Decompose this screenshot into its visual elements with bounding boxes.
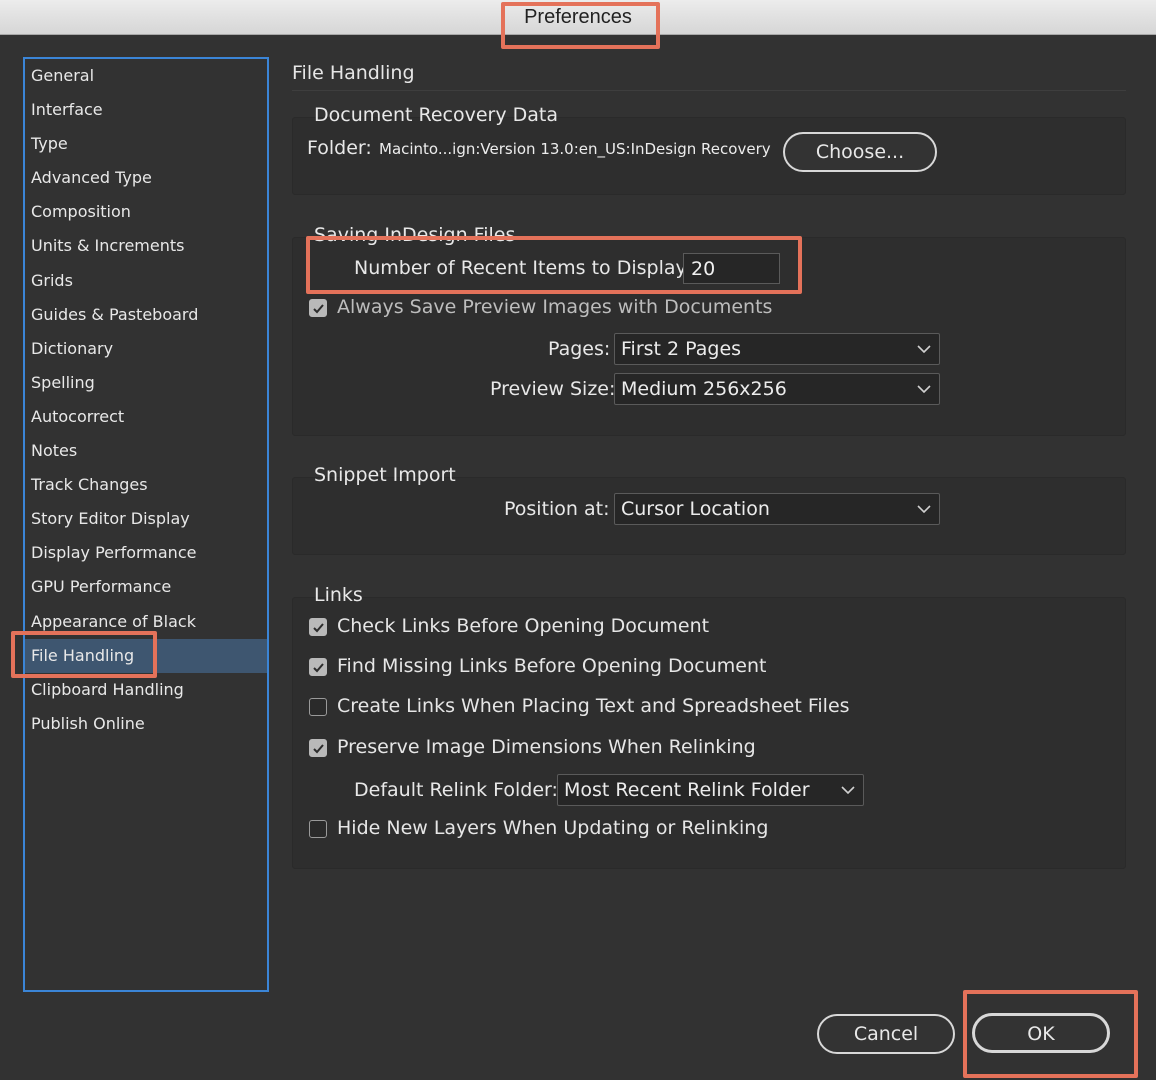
sidebar-item-guides-pasteboard[interactable]: Guides & Pasteboard [25,298,267,332]
checkbox-box [309,299,327,317]
chevron-down-icon [841,786,855,794]
chevron-down-icon [917,385,931,393]
checkbox-label: Create Links When Placing Text and Sprea… [337,695,850,717]
preview-size-value: Medium 256x256 [621,378,787,400]
sidebar-item-spelling[interactable]: Spelling [25,366,267,400]
sidebar-item-general[interactable]: General [25,59,267,93]
sidebar-item-story-editor-display[interactable]: Story Editor Display [25,502,267,536]
title-divider [292,90,1126,91]
checkbox-box [309,820,327,838]
sidebar-item-display-performance[interactable]: Display Performance [25,536,267,570]
sidebar-item-composition[interactable]: Composition [25,195,267,229]
recent-items-highlight-box [306,236,802,294]
recovery-heading: Document Recovery Data [314,104,558,126]
relink-folder-dropdown[interactable]: Most Recent Relink Folder [557,774,864,806]
snippet-heading: Snippet Import [314,464,456,486]
folder-path: Macinto...ign:Version 13.0:en_US:InDesig… [379,140,771,158]
checkbox-box [309,618,327,636]
title-highlight-box [501,2,660,49]
sidebar-item-grids[interactable]: Grids [25,264,267,298]
sidebar-item-advanced-type[interactable]: Advanced Type [25,161,267,195]
pages-value: First 2 Pages [621,338,742,360]
chevron-down-icon [917,505,931,513]
links-heading: Links [314,584,363,606]
file-handling-highlight-box [11,631,157,678]
folder-label: Folder: [307,137,372,159]
sidebar-item-interface[interactable]: Interface [25,93,267,127]
sidebar-item-notes[interactable]: Notes [25,434,267,468]
checkbox-label: Check Links Before Opening Document [337,615,710,637]
checkbox-box [309,739,327,757]
sidebar-item-type[interactable]: Type [25,127,267,161]
choose-folder-button[interactable]: Choose... [783,132,937,172]
checkbox-box [309,658,327,676]
checkbox-label: Preserve Image Dimensions When Relinking [337,736,756,758]
checkbox-box [309,698,327,716]
checkbox-label: Always Save Preview Images with Document… [337,296,773,318]
sidebar-item-gpu-performance[interactable]: GPU Performance [25,570,267,604]
sidebar-item-publish-online[interactable]: Publish Online [25,707,267,741]
ok-highlight-box [963,990,1138,1078]
position-at-value: Cursor Location [621,498,770,520]
preferences-sidebar: General Interface Type Advanced Type Com… [23,57,269,992]
checkbox-label: Hide New Layers When Updating or Relinki… [337,817,769,839]
position-at-label: Position at: [504,498,610,520]
checkbox-label: Find Missing Links Before Opening Docume… [337,655,767,677]
relink-folder-label: Default Relink Folder: [354,779,558,801]
page-title: File Handling [292,62,415,84]
chevron-down-icon [917,345,931,353]
sidebar-item-units-increments[interactable]: Units & Increments [25,229,267,263]
preview-size-dropdown[interactable]: Medium 256x256 [614,373,940,405]
sidebar-item-track-changes[interactable]: Track Changes [25,468,267,502]
cancel-button[interactable]: Cancel [817,1014,955,1054]
sidebar-item-dictionary[interactable]: Dictionary [25,332,267,366]
sidebar-item-autocorrect[interactable]: Autocorrect [25,400,267,434]
pages-label: Pages: [548,338,611,360]
pages-dropdown[interactable]: First 2 Pages [614,333,940,365]
relink-folder-value: Most Recent Relink Folder [564,779,810,801]
position-at-dropdown[interactable]: Cursor Location [614,493,940,525]
preview-size-label: Preview Size: [490,378,616,400]
